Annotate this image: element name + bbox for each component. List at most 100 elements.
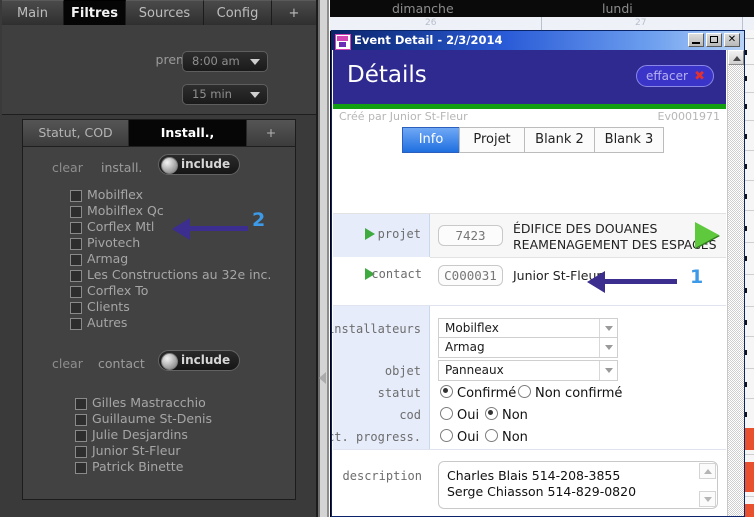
tab-info[interactable]: Info xyxy=(402,127,459,153)
checkbox-icon[interactable] xyxy=(70,222,82,234)
cod-radio-non[interactable]: Non xyxy=(485,407,528,423)
projet-row: projet 7423 ÉDIFICE DES DOUANES REAMENAG… xyxy=(333,213,726,258)
radio-icon[interactable] xyxy=(440,407,453,420)
chevron-down-icon xyxy=(250,59,260,65)
chevron-down-icon[interactable] xyxy=(599,361,617,380)
cod-label: cod xyxy=(399,408,421,422)
annotation-2-number: 2 xyxy=(252,209,266,231)
detail-tab-bar: Info Projet Blank 2 Blank 3 xyxy=(402,127,664,153)
tab-blank-2[interactable]: Blank 2 xyxy=(524,127,594,153)
scroll-up-button[interactable] xyxy=(699,463,716,479)
projet-open-play-icon[interactable] xyxy=(695,222,719,248)
statut-radio-non-confirme[interactable]: Non confirmé xyxy=(518,385,622,401)
description-line-1: Charles Blais 514-208-3855 xyxy=(447,468,621,483)
effacer-label: effacer xyxy=(646,69,688,83)
chevron-down-icon[interactable] xyxy=(599,338,617,357)
chevron-down-icon[interactable] xyxy=(599,319,617,338)
checkbox-icon[interactable] xyxy=(70,302,82,314)
checkbox-icon[interactable] xyxy=(70,270,82,282)
main-tab-bar: Main Filtres Sources Config + xyxy=(2,0,316,25)
tab-filtres[interactable]: Filtres xyxy=(64,0,126,25)
cod-option-0-label: Oui xyxy=(457,408,480,423)
close-button[interactable]: ✕ xyxy=(724,33,740,47)
checkbox-icon[interactable] xyxy=(70,206,82,218)
radio-icon[interactable] xyxy=(485,407,498,420)
details-banner: Détails effacer ✖ xyxy=(333,50,726,104)
checkbox-icon[interactable] xyxy=(70,318,82,330)
tab-main[interactable]: Main xyxy=(2,0,64,25)
filters-panel: Main Filtres Sources Config + première h… xyxy=(0,0,316,517)
description-scrollbar[interactable] xyxy=(699,463,716,507)
effacer-button[interactable]: effacer ✖ xyxy=(636,65,714,87)
install-include-toggle[interactable]: include xyxy=(158,154,240,175)
checkbox-icon[interactable] xyxy=(70,286,82,298)
fact-progress-radio-non[interactable]: Non xyxy=(485,429,528,445)
tab-projet[interactable]: Projet xyxy=(459,127,524,153)
checkbox-icon[interactable] xyxy=(70,254,82,266)
calendar-date-number-1: 26 xyxy=(425,18,437,28)
checkbox-label: Mobilflex xyxy=(87,187,144,202)
increment-dropdown[interactable]: 15 min xyxy=(182,84,268,105)
annotation-2-arrowhead xyxy=(172,218,190,240)
contact-row: contact C000031 Junior St-Fleur xyxy=(333,257,726,292)
projet-code-value: 7423 xyxy=(455,228,486,243)
radio-icon[interactable] xyxy=(485,429,498,442)
installateur-select-2[interactable]: Armag xyxy=(438,337,618,358)
first-hour-dropdown[interactable]: 8:00 am xyxy=(182,51,268,72)
window-title-bar[interactable]: Event Detail - 2/3/2014 ✕ xyxy=(332,31,744,50)
fact-progress-radio-oui[interactable]: Oui xyxy=(440,429,479,445)
filters-card: Statut, COD Install., Contacts + clear i… xyxy=(22,119,296,500)
cod-radio-oui[interactable]: Oui xyxy=(440,407,479,423)
calendar-date-number-2: 27 xyxy=(635,18,647,28)
scroll-up-button[interactable] xyxy=(728,50,744,65)
checkbox-label: Patrick Binette xyxy=(92,459,184,474)
clear-contact-button[interactable]: clear xyxy=(52,356,83,371)
description-textarea[interactable]: Charles Blais 514-208-3855 Serge Chiasso… xyxy=(438,461,718,509)
checkbox-icon[interactable] xyxy=(75,430,87,442)
checkbox-label: Pivotech xyxy=(87,235,141,250)
tab-statut-cod[interactable]: Statut, COD xyxy=(23,120,129,146)
projet-name-line2: REAMENAGEMENT DES ESPACES xyxy=(513,237,717,252)
checkbox-icon[interactable] xyxy=(70,190,82,202)
window-vertical-scrollbar[interactable] xyxy=(727,50,744,516)
fact-progress-label: fact. progress. xyxy=(332,430,421,444)
contact-include-toggle[interactable]: include xyxy=(158,350,240,371)
tab-add[interactable]: + xyxy=(272,0,316,25)
installateur-select-1[interactable]: Mobilflex xyxy=(438,318,618,339)
tab-blank-3[interactable]: Blank 3 xyxy=(594,127,664,153)
objet-select[interactable]: Panneaux xyxy=(438,360,618,381)
statut-option-1-label: Non confirmé xyxy=(535,386,623,401)
radio-icon[interactable] xyxy=(440,385,453,398)
tab-config[interactable]: Config xyxy=(204,0,272,25)
checkbox-label: Junior St-Fleur xyxy=(92,443,181,458)
window-body: Détails effacer ✖ Créé par Junior St-Fle… xyxy=(332,50,744,516)
meta-row: Créé par Junior St-Fleur Ev0001971 xyxy=(333,110,726,125)
clear-install-button[interactable]: clear xyxy=(52,160,83,175)
projet-code-field[interactable]: 7423 xyxy=(438,225,503,246)
statut-radio-confirme[interactable]: Confirmé xyxy=(440,385,516,401)
radio-icon[interactable] xyxy=(518,385,531,398)
chevron-down-icon xyxy=(250,92,260,98)
screenshot-root: dimanche lundi 26 27 Main Filtres Source… xyxy=(0,0,754,517)
checkbox-icon[interactable] xyxy=(75,462,87,474)
tab-sources[interactable]: Sources xyxy=(126,0,204,25)
collapse-left-arrow-icon[interactable] xyxy=(319,372,326,384)
play-icon[interactable] xyxy=(365,228,375,240)
checkbox-icon[interactable] xyxy=(75,414,87,426)
scroll-down-button[interactable] xyxy=(699,491,716,507)
maximize-button[interactable] xyxy=(706,33,722,47)
first-hour-value: 8:00 am xyxy=(192,54,240,68)
minimize-button[interactable] xyxy=(688,33,704,47)
panel-splitter[interactable] xyxy=(316,0,330,517)
tab-card-add[interactable]: + xyxy=(247,120,295,146)
contact-code-field[interactable]: C000031 xyxy=(438,265,503,286)
event-id-text: Ev0001971 xyxy=(657,110,720,123)
checkbox-icon[interactable] xyxy=(75,446,87,458)
checkbox-label: Guillaume St-Denis xyxy=(92,411,213,426)
radio-icon[interactable] xyxy=(440,429,453,442)
annotation-1-line xyxy=(605,279,677,284)
checkbox-icon[interactable] xyxy=(75,398,87,410)
checkbox-icon[interactable] xyxy=(70,238,82,250)
contact-label-cell: contact xyxy=(333,257,430,292)
tab-install-contacts[interactable]: Install., Contacts xyxy=(129,120,247,166)
